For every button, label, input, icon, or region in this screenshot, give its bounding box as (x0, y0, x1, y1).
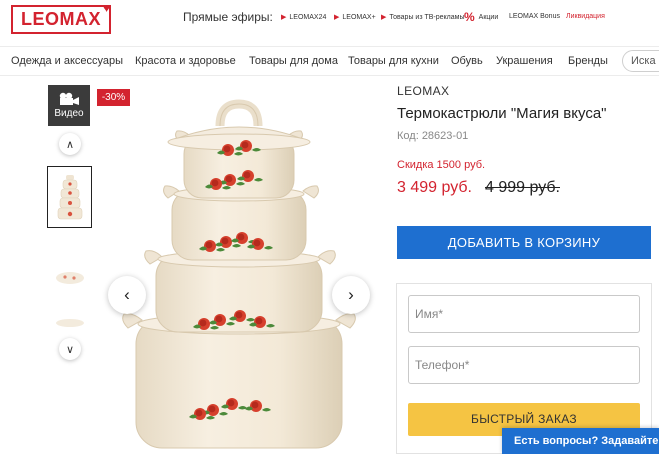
phone-field[interactable] (408, 346, 640, 384)
video-label: Видео (54, 108, 84, 119)
live-link-leomax-plus[interactable]: ▶ LEOMAX+ (334, 13, 376, 22)
play-icon: ▶ (334, 14, 340, 21)
add-to-cart-button[interactable]: ДОБАВИТЬ В КОРЗИНУ (397, 226, 651, 259)
product-title: Термокастрюли "Магия вкуса" (397, 105, 607, 122)
chevron-down-icon: ∨ (65, 343, 75, 356)
video-thumbnail[interactable]: Видео (48, 85, 90, 126)
product-main-image (122, 99, 356, 449)
product-thumbnail-image (55, 319, 84, 327)
nav-item-jewelry[interactable]: Украшения (496, 55, 553, 67)
nav-item-brands[interactable]: Бренды (568, 55, 608, 67)
nav-item-home[interactable]: Товары для дома (249, 55, 338, 67)
category-nav: Одежда и аксессуары Красота и здоровье Т… (0, 46, 659, 76)
bonus-link[interactable]: LEOMAX Bonus (509, 13, 560, 20)
play-icon: ▶ (381, 14, 387, 21)
chevron-up-icon: ∧ (65, 138, 75, 151)
product-thumbnail-image (55, 272, 84, 284)
chevron-right-icon: › (348, 285, 354, 304)
old-price: 4 999 руб. (485, 179, 560, 196)
logo-text: LEOMAX (20, 9, 101, 29)
discount-amount: Скидка 1500 руб. (397, 159, 486, 171)
promo-link[interactable]: % Акции (464, 10, 498, 24)
nav-item-shoes[interactable]: Обувь (451, 55, 483, 67)
thumbs-up-arrow[interactable]: ∧ (59, 133, 81, 155)
chevron-left-icon: ‹ (124, 285, 130, 304)
live-link-leomax24[interactable]: ▶ LEOMAX24 (281, 13, 327, 22)
thumbnail-1[interactable] (47, 166, 92, 228)
header: LEOMAX ♥ Прямые эфиры: ▶ LEOMAX24 ▶ LEOM… (0, 0, 659, 40)
nav-item-kitchen[interactable]: Товары для кухни (348, 55, 439, 67)
promo-label: Акции (478, 13, 499, 21)
live-broadcasts-label: Прямые эфиры: (183, 10, 273, 24)
nav-item-clothing[interactable]: Одежда и аксессуары (11, 55, 123, 67)
image-next-button[interactable]: › (332, 276, 370, 314)
heart-icon: ♥ (103, 1, 111, 15)
product-thumbnail-image (57, 175, 82, 220)
percent-icon: % (464, 10, 475, 24)
product-brand[interactable]: LEOMAX (397, 84, 449, 98)
image-prev-button[interactable]: ‹ (108, 276, 146, 314)
liquidation-link[interactable]: Ликвидация (566, 13, 605, 20)
live-link-label: Товары из ТВ-рекламы (389, 13, 465, 21)
nav-item-beauty[interactable]: Красота и здоровье (135, 55, 236, 67)
video-camera-icon (59, 92, 79, 105)
thumbnail-3[interactable] (47, 312, 92, 332)
play-icon: ▶ (281, 14, 287, 21)
logo[interactable]: LEOMAX (11, 5, 111, 34)
chat-widget-button[interactable]: Есть вопросы? Задавайте! (502, 428, 659, 454)
search-input[interactable]: Иска (622, 50, 659, 72)
current-price: 3 499 руб. (397, 179, 472, 196)
thumbnail-2[interactable] (47, 245, 92, 307)
product-code: Код: 28623-01 (397, 130, 469, 142)
thumbs-down-arrow[interactable]: ∨ (59, 338, 81, 360)
live-link-label: LEOMAX24 (289, 13, 327, 21)
name-field[interactable] (408, 295, 640, 333)
live-link-tv-ads[interactable]: ▶ Товары из ТВ-рекламы (381, 13, 465, 22)
live-link-label: LEOMAX+ (342, 13, 376, 21)
